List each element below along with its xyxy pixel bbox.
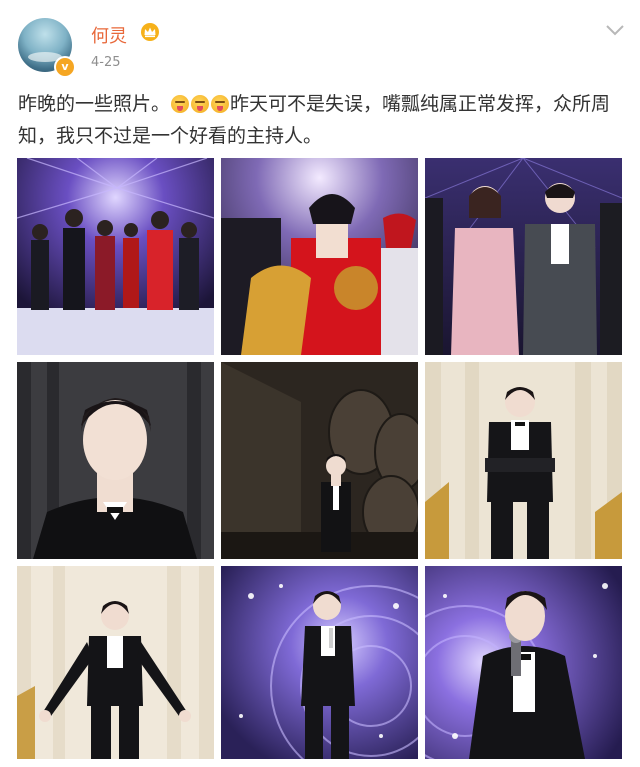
- crown-icon: [141, 23, 159, 41]
- photo-9[interactable]: [425, 566, 622, 759]
- post-time: 4-25: [91, 55, 121, 70]
- photo-2[interactable]: [221, 158, 418, 355]
- photo-grid: [17, 158, 622, 759]
- chevron-down-icon[interactable]: [604, 22, 626, 38]
- username[interactable]: 何灵: [91, 22, 127, 48]
- tongue-out-emoji-icon: [171, 95, 190, 113]
- post-header: v 何灵 4-25: [0, 0, 640, 84]
- post-text-before: 昨晚的一些照片。: [18, 93, 171, 115]
- post-text: 昨晚的一些照片。 昨天可不是失误，嘴瓢纯属正常发挥，众所周知，我只不过是一个好看的…: [18, 88, 624, 152]
- photo-4[interactable]: [17, 362, 214, 559]
- tongue-out-emoji-icon: [211, 95, 230, 113]
- tongue-out-emoji-icon: [191, 95, 210, 113]
- photo-5[interactable]: [221, 362, 418, 559]
- photo-8[interactable]: [221, 566, 418, 759]
- photo-3[interactable]: [425, 158, 622, 355]
- photo-1[interactable]: [17, 158, 214, 355]
- photo-7[interactable]: [17, 566, 214, 759]
- photo-6[interactable]: [425, 362, 622, 559]
- verified-badge-icon: v: [54, 56, 76, 78]
